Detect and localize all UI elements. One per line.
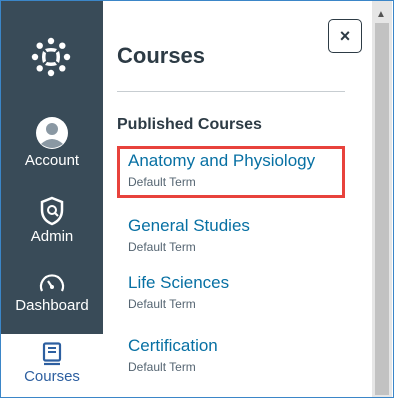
scroll-up-icon[interactable]: ▲ [376, 9, 386, 20]
speedometer-icon [39, 274, 65, 292]
nav-item-admin[interactable]: Admin [1, 196, 103, 245]
close-button[interactable]: × [328, 19, 362, 53]
divider [117, 91, 345, 92]
course-item-anatomy: Anatomy and Physiology Default Term [128, 151, 315, 189]
course-link[interactable]: General Studies [128, 216, 250, 236]
nav-item-label: Admin [30, 228, 74, 245]
course-item-general-studies: General Studies Default Term [128, 216, 250, 254]
nav-item-account[interactable]: Account [1, 116, 103, 169]
scrollbar-thumb[interactable] [375, 23, 389, 395]
nav-item-dashboard[interactable]: Dashboard [1, 273, 103, 314]
course-link[interactable]: Certification [128, 336, 218, 356]
global-nav: Account Admin Dashboard Courses [1, 1, 103, 397]
nav-item-label: Courses [24, 368, 80, 385]
shield-icon [40, 196, 64, 226]
course-term: Default Term [128, 297, 196, 311]
nav-item-courses[interactable]: Courses [1, 334, 103, 397]
book-icon [42, 342, 62, 366]
nav-item-label: Dashboard [15, 297, 89, 314]
course-term: Default Term [128, 175, 196, 189]
courses-tray: Courses × Published Courses Anatomy and … [103, 1, 372, 397]
close-icon: × [339, 25, 351, 46]
course-term: Default Term [128, 360, 196, 374]
nav-item-label: Account [24, 152, 80, 169]
user-icon [36, 117, 68, 149]
course-item-certification: Certification Default Term [128, 336, 218, 374]
scrollbar[interactable]: ▲ [372, 1, 392, 397]
section-title: Published Courses [117, 116, 262, 133]
tray-title: Courses [117, 43, 206, 68]
course-item-life-sciences: Life Sciences Default Term [128, 273, 229, 311]
canvas-logo-icon[interactable] [31, 37, 71, 77]
course-term: Default Term [128, 240, 196, 254]
course-link[interactable]: Life Sciences [128, 273, 229, 293]
course-link[interactable]: Anatomy and Physiology [128, 151, 315, 171]
